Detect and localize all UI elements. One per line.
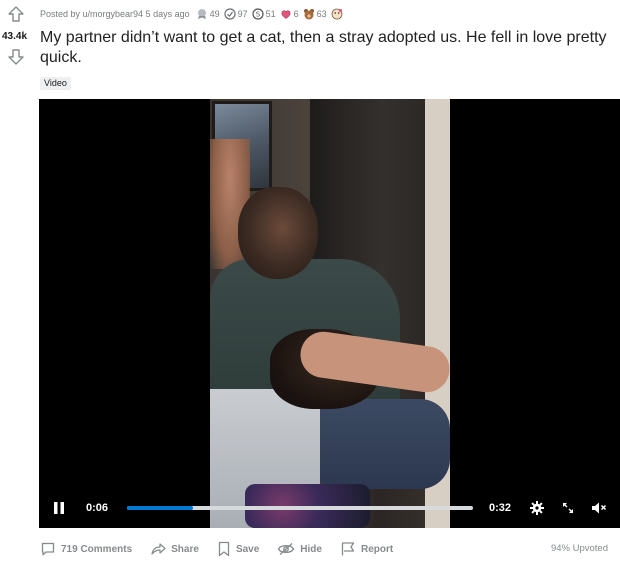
bookmark-icon xyxy=(218,541,230,557)
award-count: 6 xyxy=(293,9,299,19)
comments-button[interactable]: 719 Comments xyxy=(40,541,132,557)
posted-by-text[interactable]: Posted by u/morgybear94 5 days ago xyxy=(40,9,190,19)
settings-button[interactable] xyxy=(529,500,545,516)
award-count: 97 xyxy=(237,9,248,19)
comment-icon xyxy=(41,542,55,556)
award-bear[interactable]: 63 xyxy=(303,8,327,20)
video-duration: 0:32 xyxy=(489,502,512,514)
video-man-head xyxy=(238,187,318,279)
downvote-button[interactable] xyxy=(7,48,25,66)
upvote-button[interactable] xyxy=(7,5,25,23)
gold-coin-award-icon: S xyxy=(252,8,264,20)
hide-label: Hide xyxy=(300,543,322,555)
upvote-arrow-icon xyxy=(8,6,24,22)
svg-text:S: S xyxy=(255,11,260,19)
mute-button[interactable] xyxy=(590,500,608,516)
expand-icon xyxy=(563,503,573,513)
award-count: 63 xyxy=(316,9,327,19)
wholesome-award-icon xyxy=(331,8,343,20)
flag-icon xyxy=(341,542,355,556)
muted-speaker-icon xyxy=(592,502,607,514)
post-meta: Posted by u/morgybear94 5 days ago 49 97… xyxy=(40,7,349,21)
award-wholesome[interactable] xyxy=(331,8,345,20)
vote-count: 43.4k xyxy=(2,31,28,42)
award-count: 51 xyxy=(265,9,276,19)
report-button[interactable]: Report xyxy=(340,541,393,557)
share-label: Share xyxy=(171,543,199,555)
fullscreen-button[interactable] xyxy=(560,500,576,516)
video-player[interactable]: 0:06 0:32 xyxy=(39,99,620,528)
report-label: Report xyxy=(360,543,394,555)
upvote-ratio: 94% Upvoted xyxy=(550,543,608,554)
comments-label: 719 Comments xyxy=(61,543,133,555)
silver-award-icon xyxy=(197,9,206,19)
heart-award-icon xyxy=(281,10,291,19)
hide-eye-icon xyxy=(278,543,295,555)
video-controls: 0:06 0:32 xyxy=(39,488,620,528)
award-heart[interactable]: 6 xyxy=(280,8,299,20)
share-button[interactable]: Share xyxy=(150,541,199,557)
post-title[interactable]: My partner didn’t want to get a cat, the… xyxy=(40,28,610,68)
award-count: 49 xyxy=(209,9,220,19)
award-gold[interactable]: S 51 xyxy=(252,8,276,20)
hide-button[interactable]: Hide xyxy=(277,541,322,557)
helpful-award-icon xyxy=(224,8,236,20)
save-button[interactable]: Save xyxy=(217,541,259,557)
post-actions: 719 Comments Share Save Hide Report xyxy=(40,539,411,559)
progress-fill xyxy=(127,506,193,510)
save-label: Save xyxy=(235,543,260,555)
pause-icon xyxy=(54,502,64,514)
award-silver[interactable]: 49 xyxy=(196,8,220,20)
current-time: 0:06 xyxy=(86,502,109,514)
downvote-arrow-icon xyxy=(8,49,24,65)
video-jeans xyxy=(310,399,450,489)
share-icon xyxy=(151,543,166,555)
pause-button[interactable] xyxy=(52,501,66,515)
vote-column: 43.4k xyxy=(0,0,38,573)
award-helpful[interactable]: 97 xyxy=(224,8,248,20)
bear-award-icon xyxy=(303,9,314,20)
video-frame[interactable] xyxy=(210,99,450,528)
progress-bar[interactable] xyxy=(127,506,473,510)
post-flair[interactable]: Video xyxy=(40,77,71,90)
gear-icon xyxy=(530,501,544,515)
